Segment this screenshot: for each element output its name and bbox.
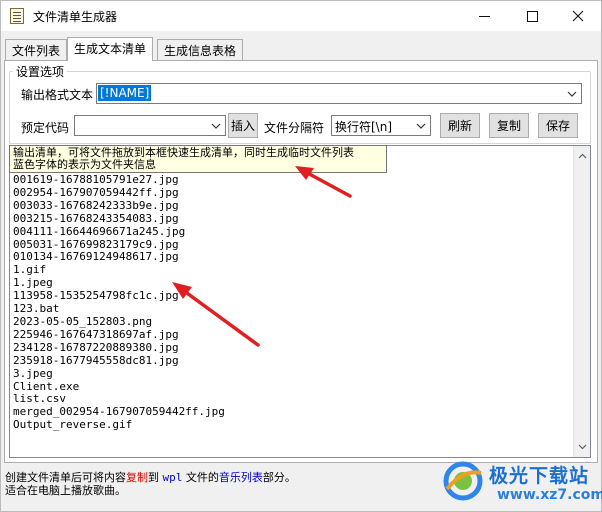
status-part-3: 到: [148, 471, 163, 484]
list-item: 235918-1677945558dc81.jpg: [13, 353, 179, 367]
status-part-4: wpl: [162, 471, 183, 484]
scroll-up-icon[interactable]: [578, 152, 587, 161]
output-textarea[interactable]: 001619-16788105791e27.jpg 002954-16790705…: [9, 145, 591, 458]
list-item: 002954-167907059442ff.jpg: [13, 185, 179, 199]
save-button[interactable]: 保存: [538, 113, 578, 138]
close-button[interactable]: [555, 1, 601, 31]
minimize-icon: [478, 15, 490, 17]
aurora-logo-icon: [443, 461, 483, 501]
separator-value: 换行符[\n]: [335, 120, 393, 134]
watermark-url: www.xz7.com: [497, 487, 602, 503]
status-text: 创建文件清单后可将内容复制到 wpl 文件的音乐列表部分。 适合在电脑上播放歌曲…: [5, 471, 435, 497]
list-item: 234128-16787220889380.jpg: [13, 340, 179, 354]
preset-combo[interactable]: [74, 115, 226, 136]
title-bar[interactable]: 文件清单生成器: [1, 1, 601, 31]
status-part-5: 文件的: [182, 471, 219, 484]
status-part-6: 音乐列表: [218, 471, 263, 484]
list-item: 003215-16768243354083.jpg: [13, 211, 179, 225]
list-item: 225946-167647318697af.jpg: [13, 327, 179, 341]
separator-combo[interactable]: 换行符[\n]: [331, 115, 431, 136]
app-icon: [10, 8, 24, 24]
tab-file-list[interactable]: 文件列表: [5, 39, 68, 60]
maximize-button[interactable]: [509, 1, 555, 31]
minimize-button[interactable]: [461, 1, 507, 31]
tooltip: 输出清单，可将文件拖放到本框快速生成清单，同时生成临时文件列表 蓝色字体的表示为…: [9, 145, 387, 173]
copy-button[interactable]: 复制: [489, 113, 529, 138]
separator-label: 文件分隔符: [264, 121, 325, 135]
tab-info-table[interactable]: 生成信息表格: [157, 39, 244, 60]
vertical-scrollbar[interactable]: [573, 146, 590, 457]
scroll-down-icon[interactable]: [578, 442, 587, 451]
chevron-down-icon[interactable]: [415, 120, 427, 132]
status-part-7: 部分。: [262, 471, 296, 484]
settings-group-label: 设置选项: [13, 63, 68, 80]
status-part-2: 复制: [126, 471, 148, 484]
insert-button[interactable]: 插入: [228, 113, 258, 138]
window-title: 文件清单生成器: [33, 10, 118, 24]
status-line-2: 适合在电脑上播放歌曲。: [5, 484, 126, 497]
close-icon: [572, 10, 584, 22]
format-combo[interactable]: [!NAME]: [96, 83, 582, 104]
list-item: 004111-16644696671a245.jpg: [13, 224, 186, 238]
chevron-down-icon[interactable]: [566, 88, 578, 100]
app-window: 文件清单生成器 文件列表 生成文本清单 生成信息表格 设置选项 输出格式文本 […: [0, 0, 602, 512]
tooltip-line-2: 蓝色字体的表示为文件夹信息: [13, 158, 156, 171]
status-part-1: 创建文件清单后可将内容: [5, 471, 126, 484]
list-item: 3.jpeg: [13, 366, 53, 380]
watermark: 极光下载站 www.xz7.com: [441, 457, 602, 511]
list-item: 003033-16768242333b9e.jpg: [13, 198, 179, 212]
refresh-button[interactable]: 刷新: [440, 113, 480, 138]
chevron-down-icon[interactable]: [210, 120, 222, 132]
list-item: Output_reverse.gif: [13, 418, 133, 432]
preset-label: 预定代码: [21, 121, 70, 135]
format-value[interactable]: [!NAME]: [98, 85, 152, 101]
file-list: 001619-16788105791e27.jpg 002954-16790705…: [13, 173, 225, 432]
watermark-title: 极光下载站: [489, 465, 590, 487]
list-item: 001619-16788105791e27.jpg: [13, 173, 179, 186]
list-item: 2023-05-05_152803.png: [13, 314, 153, 328]
tab-text-list[interactable]: 生成文本清单: [67, 37, 154, 61]
maximize-icon: [526, 10, 538, 22]
format-label: 输出格式文本: [21, 88, 94, 102]
